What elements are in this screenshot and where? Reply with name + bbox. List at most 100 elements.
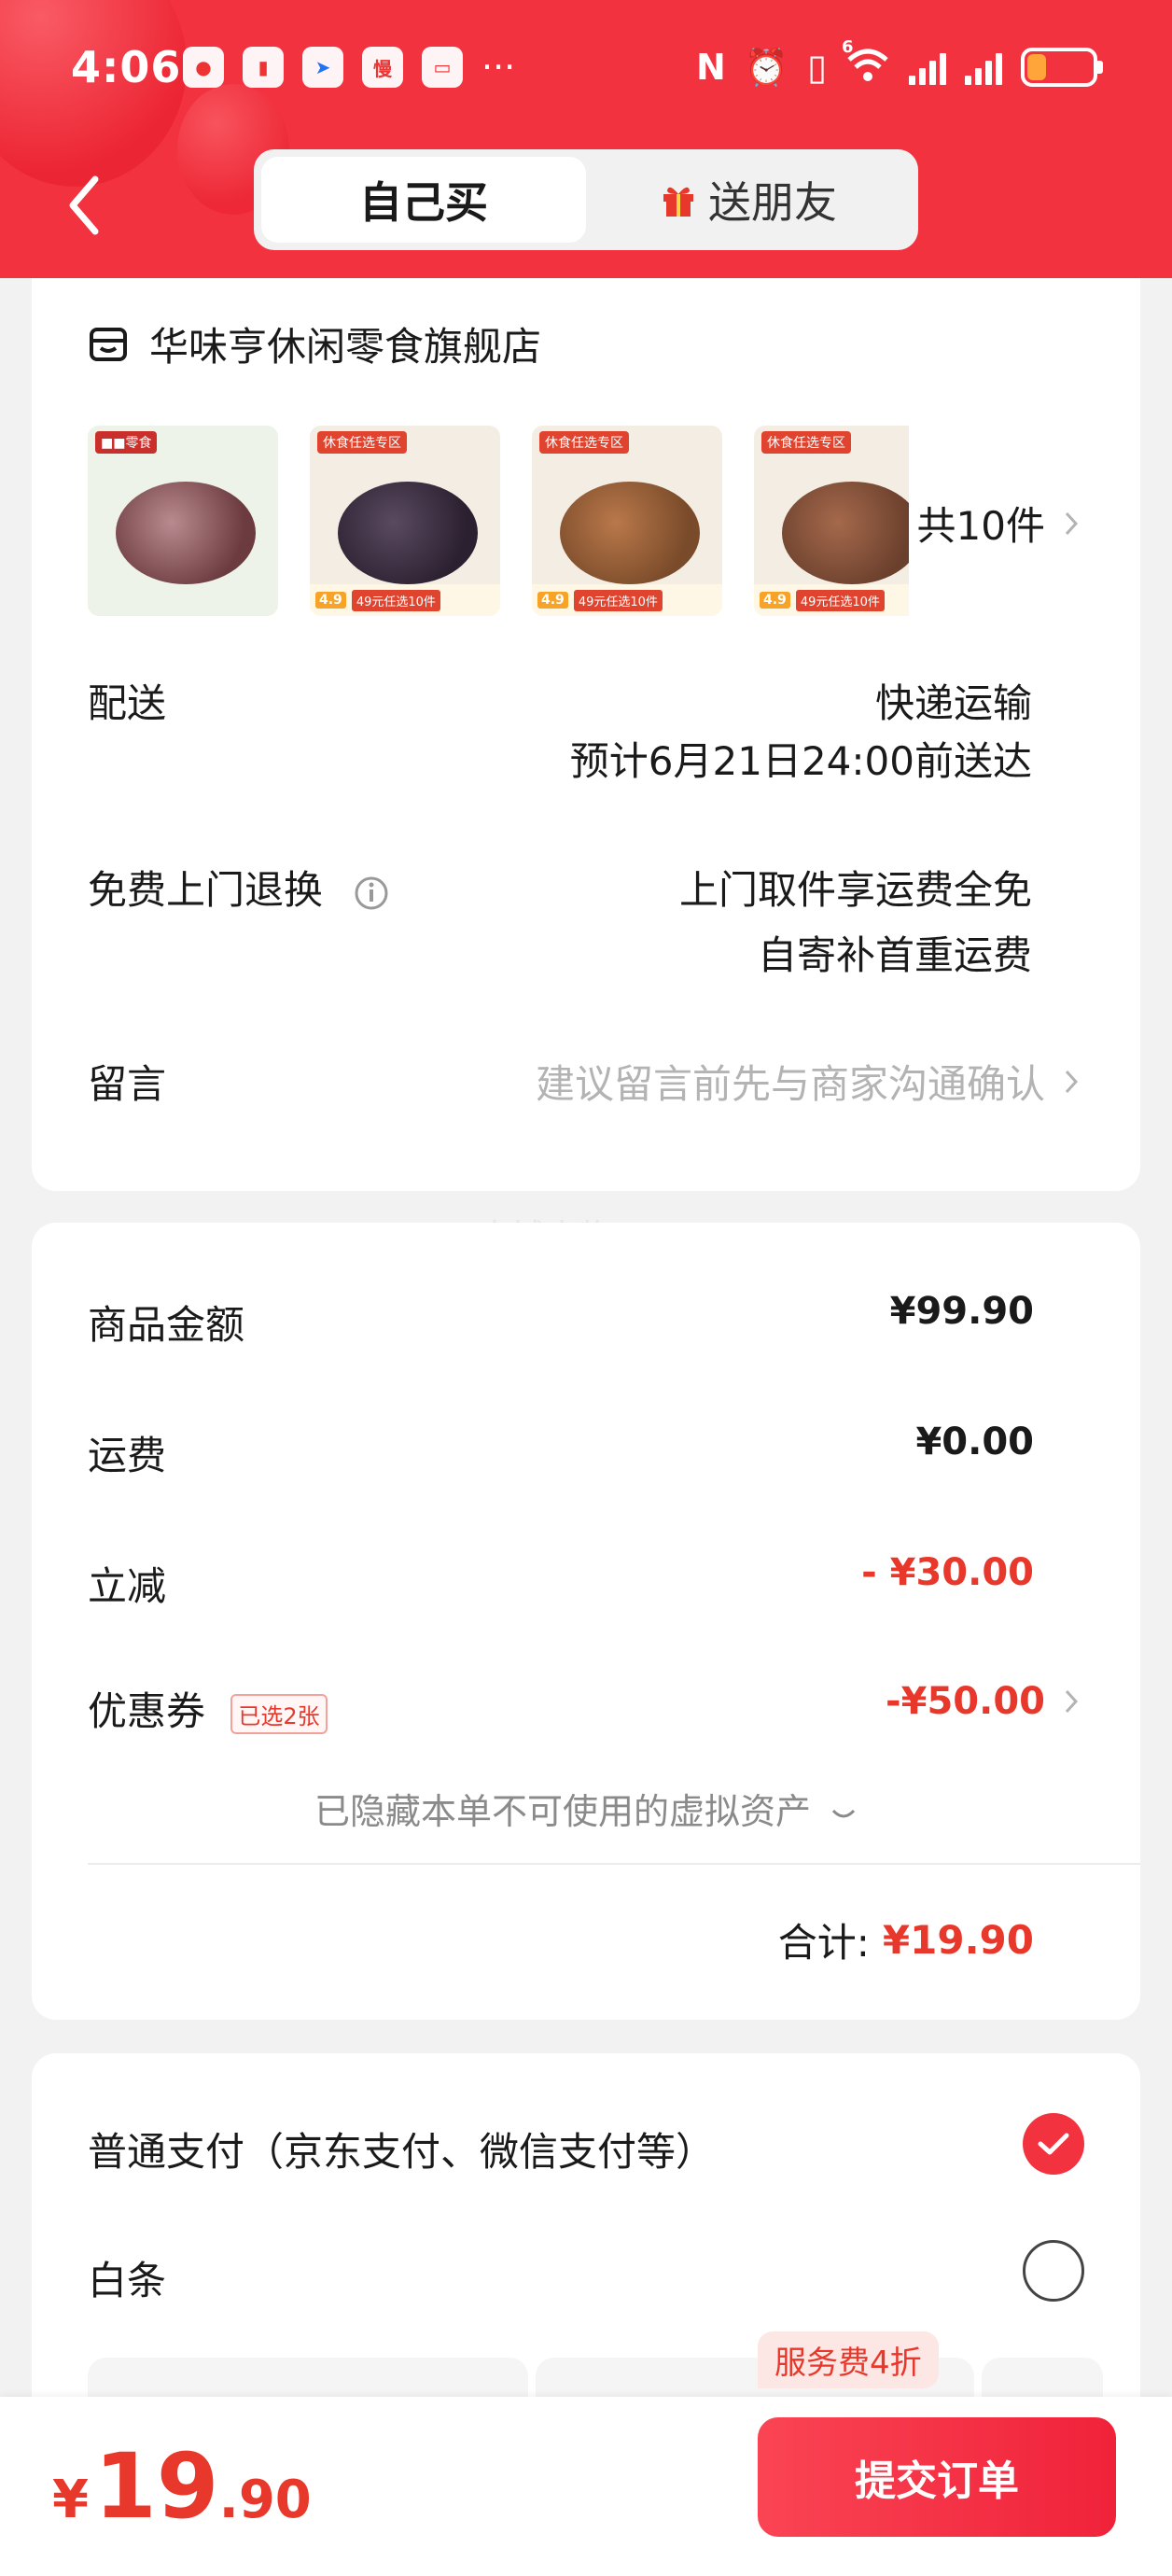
product-tag: ■■零食	[95, 431, 158, 454]
product-image	[116, 482, 256, 584]
item-count-label: 共10件	[916, 503, 1045, 549]
shop-name: 华味亨休闲零食旗舰店	[149, 324, 542, 370]
delivery-eta: 预计6月21日24:00前送达	[569, 738, 1032, 784]
discount-label: 立减	[88, 1563, 167, 1609]
signal-icon	[909, 49, 946, 85]
product-rating: 4.9	[760, 592, 790, 609]
product-promo-strip: 4.9 49元任选10件	[754, 584, 909, 616]
chevron-down-icon	[831, 1809, 856, 1817]
delivery-label: 配送	[88, 680, 167, 726]
chevron-right-icon	[1065, 1070, 1079, 1093]
coupon-value-link[interactable]: -¥50.00	[886, 1680, 1079, 1723]
coupon-selected-badge: 已选2张	[230, 1694, 328, 1734]
price-decimal: .90	[218, 2470, 312, 2530]
info-icon[interactable]	[354, 875, 389, 911]
notification-icons: ● ▮ ➤ 慢 ▭ ···	[183, 47, 515, 88]
check-icon	[1038, 2133, 1069, 2155]
product-rating: 4.9	[315, 592, 346, 609]
product-thumbnails[interactable]: ■■零食 休食任选专区 4.9 49元任选10件 休食任选专区 4.9 49元任…	[88, 426, 909, 618]
message-input[interactable]: 建议留言前先与商家沟通确认	[536, 1053, 1079, 1110]
signal-icon	[965, 49, 1002, 85]
product-promo: 49元任选10件	[351, 589, 440, 611]
store-icon	[90, 327, 127, 361]
system-icons: N ⏰ ▯ 6	[695, 37, 1103, 95]
more-notifications-icon: ···	[481, 47, 516, 88]
product-promo-strip: 4.9 49元任选10件	[532, 584, 722, 616]
divider	[88, 1863, 1140, 1865]
delivery-method: 快递运输	[874, 680, 1032, 726]
coupon-value: -¥50.00	[886, 1680, 1045, 1723]
returns-label: 免费上门退换	[88, 867, 324, 913]
service-fee-badge: 服务费4折	[758, 2331, 939, 2388]
item-count-link[interactable]: 共10件	[917, 495, 1079, 552]
price-summary-card: 商品金额 ¥99.90 运费 ¥0.00 立减 - ¥30.00 优惠券 已选2…	[32, 1223, 1140, 2020]
product-thumbnail[interactable]: 休食任选专区 4.9 49元任选10件	[532, 426, 722, 616]
wifi-icon: 6	[842, 37, 890, 88]
app-notification-icon: ▮	[243, 47, 284, 88]
checkout-bar: ¥ 19 .90 提交订单	[0, 2397, 1172, 2576]
returns-pickup-text: 上门取件享运费全免	[678, 867, 1032, 913]
alarm-icon: ⏰	[744, 46, 789, 88]
product-image	[782, 482, 909, 584]
product-promo-strip: 4.9 49元任选10件	[310, 584, 500, 616]
product-thumbnail[interactable]: 休食任选专区 4.9 49元任选10件	[310, 426, 500, 616]
back-icon[interactable]	[58, 168, 114, 243]
total-row: 合计: ¥19.90	[778, 1911, 1034, 1968]
hidden-assets-text: 已隐藏本单不可使用的虚拟资产	[314, 1791, 811, 1832]
normal-payment-radio[interactable]	[1023, 2113, 1084, 2175]
total-label: 合计:	[777, 1920, 870, 1966]
tab-gift-friend[interactable]: 送朋友	[586, 157, 911, 243]
tab-gift-friend-label: 送朋友	[708, 177, 837, 228]
chevron-right-icon	[1065, 1689, 1079, 1714]
goods-amount-value: ¥99.90	[889, 1290, 1034, 1333]
baitiao-label: 白条	[88, 2258, 167, 2303]
header: 4:06 ● ▮ ➤ 慢 ▭ ··· N ⏰ ▯ 6 自己买 送朋友	[0, 0, 1172, 278]
battery-level	[1027, 54, 1047, 80]
nav-bar: 自己买 送朋友	[0, 149, 1172, 252]
app-notification-icon: ➤	[302, 47, 343, 88]
product-tag: 休食任选专区	[761, 431, 851, 454]
nfc-icon: N	[695, 47, 726, 88]
tab-buy-self-label: 自己买	[359, 177, 488, 228]
shipping-value: ¥0.00	[915, 1421, 1034, 1463]
message-placeholder: 建议留言前先与商家沟通确认	[535, 1061, 1045, 1107]
order-card: 华味亨休闲零食旗舰店 ■■零食 休食任选专区 4.9 49元任选10件 休食任选…	[32, 278, 1140, 1191]
product-image	[338, 482, 478, 584]
final-price: ¥ 19 .90	[52, 2434, 312, 2539]
purchase-mode-switch: 自己买 送朋友	[254, 149, 918, 250]
product-thumbnail[interactable]: 休食任选专区 4.9 49元任选10件	[754, 426, 909, 616]
goods-amount-label: 商品金额	[88, 1302, 245, 1348]
shop-row[interactable]: 华味亨休闲零食旗舰店	[88, 315, 541, 372]
product-promo: 49元任选10件	[573, 589, 663, 611]
product-promo: 49元任选10件	[795, 589, 885, 611]
currency-symbol: ¥	[52, 2470, 89, 2530]
baitiao-radio[interactable]	[1023, 2240, 1084, 2302]
hidden-assets-toggle[interactable]: 已隐藏本单不可使用的虚拟资产	[32, 1783, 1140, 1834]
coupon-row[interactable]: 优惠券 已选2张	[88, 1680, 328, 1737]
app-notification-icon: ●	[183, 47, 224, 88]
product-tag: 休食任选专区	[317, 431, 407, 454]
submit-order-button[interactable]: 提交订单	[758, 2417, 1116, 2537]
battery-icon	[1021, 48, 1103, 87]
returns-row: 免费上门退换	[88, 859, 389, 916]
total-value: ¥19.90	[882, 1917, 1034, 1963]
coupon-label: 优惠券	[88, 1688, 206, 1734]
chevron-right-icon	[1065, 511, 1079, 535]
gift-icon	[663, 187, 693, 217]
returns-self-ship-text: 自寄补首重运费	[757, 932, 1032, 978]
app-notification-icon: 慢	[362, 47, 403, 88]
tab-buy-self[interactable]: 自己买	[261, 157, 586, 243]
vibrate-icon: ▯	[807, 47, 827, 88]
product-thumbnail[interactable]: ■■零食	[88, 426, 278, 616]
product-image	[560, 482, 700, 584]
status-time: 4:06	[71, 42, 182, 92]
normal-payment-label: 普通支付（京东支付、微信支付等）	[88, 2129, 716, 2175]
product-rating: 4.9	[537, 592, 568, 609]
shipping-label: 运费	[88, 1433, 167, 1478]
price-integer: 19	[93, 2434, 219, 2539]
message-label: 留言	[88, 1061, 167, 1107]
product-tag: 休食任选专区	[539, 431, 629, 454]
network-label: 6	[842, 37, 854, 57]
status-bar: 4:06 ● ▮ ➤ 慢 ▭ ··· N ⏰ ▯ 6	[0, 34, 1172, 101]
app-notification-icon: ▭	[422, 47, 463, 88]
